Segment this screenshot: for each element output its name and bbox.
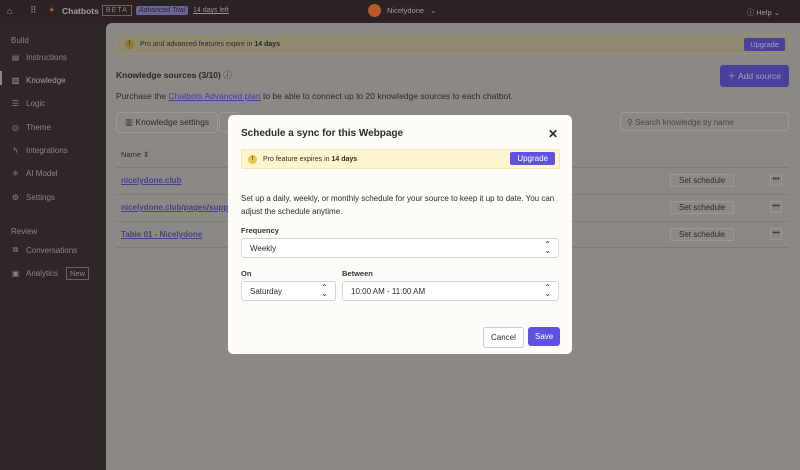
help-icon: ⓘ [746,8,755,17]
chevron-up-down-icon: ⌃ ⌄ [544,283,551,298]
time-select[interactable]: 10:00 AM - 11:00 AM ⌃ ⌄ [342,281,559,301]
sidebar-item-settings[interactable]: ⚙ Settings [11,193,55,202]
label: Integrations [26,146,68,155]
frequency-label: Frequency [241,226,279,235]
save-button[interactable]: Save [528,327,561,346]
info-icon: ⓘ [223,70,232,80]
sidebar-item-ai-model[interactable]: ✳ AI Model [11,169,58,178]
logo-icon: ✦ [48,5,56,15]
sidebar: Build ▤ Instructions ▥ Knowledge ☰ Logic ◎ T… [0,23,106,470]
sparkle-icon: ✳ [12,169,19,178]
sidebar-item-instructions[interactable]: ▤ Instructions [11,53,67,62]
sidebar-item-knowledge[interactable]: ▥ Knowledge [11,76,66,85]
label: Theme [26,123,51,132]
home-icon[interactable]: ⌂ [7,6,12,16]
list-icon: ☰ [11,99,20,108]
sort-icon: ⇕ [143,150,150,159]
sidebar-item-analytics[interactable]: ▣ Analytics New [11,267,90,280]
label: Conversations [26,245,78,255]
pro-banner: ! Pro feature expires in 14 days Upgrade [241,149,560,169]
search-input[interactable]: ⚲ Search knowledge by name [620,112,789,131]
label: Logic [26,99,46,108]
warning-icon: ! [125,40,134,49]
trial-badge: Advanced Trial [136,6,189,15]
label: Analytics [26,269,59,278]
set-schedule-button[interactable]: Set schedule [670,174,735,187]
source-link[interactable]: Table 01 - Nicelydone [121,230,202,239]
search-icon: ⚲ [627,118,633,127]
advanced-plan-link[interactable]: Chatbots Advanced plan [168,91,260,101]
chevron-up-down-icon: ⌃ ⌄ [321,283,328,298]
gear-icon: ⚙ [11,193,20,202]
source-link[interactable]: nicelydone.club [121,176,181,185]
add-source-button[interactable]: ＋ Add source [719,65,789,87]
label: Knowledge [26,76,66,85]
section-review: Review [11,227,38,236]
modal-title: Schedule a sync for this Webpage [241,128,404,139]
upgrade-button[interactable]: Upgrade [744,38,785,51]
banner-text: Pro feature expires in 14 days [263,155,358,163]
more-icon[interactable]: ••• [770,174,782,186]
sidebar-item-integrations[interactable]: ϟ Integrations [11,146,68,155]
on-label: On [241,269,252,278]
help-menu[interactable]: ⓘ Help ⌄ [747,7,780,18]
book-icon: ▥ [11,76,20,85]
new-badge: New [66,267,90,280]
bolt-icon: ϟ [13,146,18,155]
book-icon: ▥ [125,117,134,127]
chart-icon: ▣ [11,269,20,278]
user-menu[interactable]: Nicelydone ⌄ [368,4,436,17]
chevron-up-down-icon: ⌃ ⌄ [544,240,551,255]
set-schedule-button[interactable]: Set schedule [670,228,735,241]
trial-banner: ! Pro and advanced features expire in 14 … [116,35,790,54]
set-schedule-button[interactable]: Set schedule [670,201,735,214]
help-label: Help [756,8,772,17]
chat-icon: ⧉ [12,245,19,254]
active-indicator [0,71,2,85]
knowledge-settings-button[interactable]: ▥ Knowledge settings [116,112,219,133]
app-name: Chatbots [62,6,99,16]
source-link[interactable]: nicelydone.club/pages/support [121,203,239,212]
sidebar-item-conversations[interactable]: ⧉ Conversations [11,245,78,255]
label: Settings [26,193,55,202]
purchase-text: Purchase the Chatbots Advanced plan to b… [116,91,513,101]
banner-text: Pro and advanced features expire in 14 d… [140,41,281,48]
avatar [368,4,381,17]
sidebar-item-theme[interactable]: ◎ Theme [11,123,51,132]
close-icon[interactable]: ✕ [548,127,558,141]
label: Instructions [26,53,67,62]
more-icon[interactable]: ••• [770,228,782,240]
description: Set up a daily, weekly, or monthly sched… [241,194,555,216]
cancel-button[interactable]: Cancel [483,327,524,348]
label: AI Model [26,169,58,178]
frequency-select[interactable]: Weekly ⌃ ⌄ [241,238,559,258]
beta-badge: BETA [102,5,132,16]
document-icon: ▤ [11,53,20,62]
upgrade-button[interactable]: Upgrade [510,152,555,165]
apps-grid-icon[interactable]: ⠿ [30,5,37,16]
warning-icon: ! [248,154,257,164]
plus-icon: ＋ [727,71,737,81]
days-left-link[interactable]: 14 days left [193,7,229,14]
page-title: Knowledge sources (3/10) ⓘ [116,70,232,80]
schedule-modal: Schedule a sync for this Webpage ✕ ! Pro … [228,115,572,354]
sidebar-item-logic[interactable]: ☰ Logic [11,99,45,108]
section-build: Build [11,36,29,45]
day-select[interactable]: Saturday ⌃ ⌄ [241,281,336,301]
between-label: Between [342,269,373,278]
top-bar: ⌂ ⠿ ✦ Chatbots BETA Advanced Trial 14 da… [0,0,800,23]
column-header-name[interactable]: Name ⇕ [121,150,149,159]
user-name: Nicelydone [387,6,425,15]
chevron-down-icon: ⌄ [430,6,437,15]
palette-icon: ◎ [12,123,19,132]
more-icon[interactable]: ••• [770,201,782,213]
